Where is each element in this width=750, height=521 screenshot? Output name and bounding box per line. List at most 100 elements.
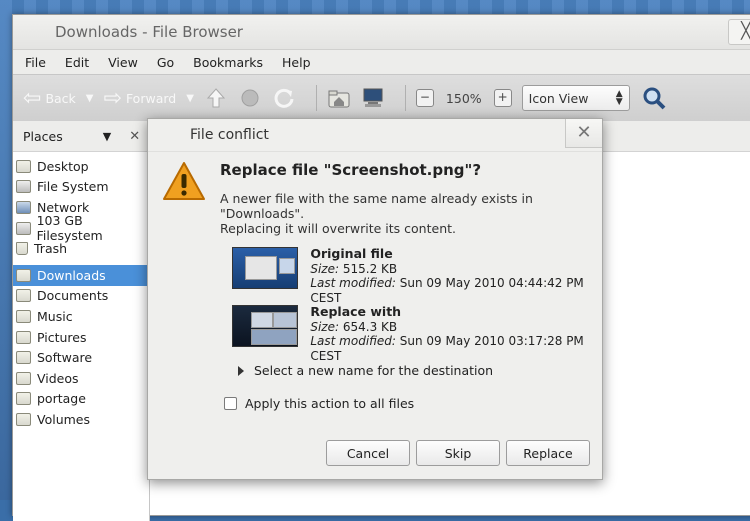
forward-dropdown-icon[interactable]: ▼ (186, 93, 194, 104)
sidebar-item-label: Desktop (37, 158, 89, 174)
expander-arrow-icon (238, 365, 244, 376)
folder-icon (16, 268, 31, 282)
sidebar-item-file-system[interactable]: File System (13, 177, 149, 198)
sidebar-item-music[interactable]: Music (13, 306, 149, 327)
close-icon[interactable]: ✕ (565, 119, 602, 148)
skip-button[interactable]: Skip (416, 440, 500, 466)
sidebar-item-103gb-filesystem[interactable]: 103 GB Filesystem (13, 213, 149, 243)
menu-bookmarks[interactable]: Bookmarks (193, 55, 263, 70)
menu-go[interactable]: Go (157, 55, 174, 70)
back-arrow-icon: ⇦ (23, 85, 42, 111)
sidebar-item-portage[interactable]: portage (13, 389, 149, 410)
view-mode-value: Icon View (528, 90, 589, 106)
replacement-file-row: Replace with Size: 654.3 KB Last modifie… (232, 304, 602, 363)
sidebar-item-label: 103 GB Filesystem (36, 213, 103, 244)
folder-icon (16, 159, 31, 173)
toolbar: ⇦ Back ▼ ⇨ Forward ▼ − 150% + Icon View … (13, 74, 750, 122)
forward-button[interactable]: ⇨ Forward ▼ (104, 86, 194, 111)
folder-icon (16, 351, 31, 365)
folder-icon (16, 330, 31, 344)
menu-view[interactable]: View (108, 55, 138, 70)
folder-icon (16, 392, 31, 406)
forward-label: Forward (125, 90, 177, 106)
menubar: File Edit View Go Bookmarks Help (13, 50, 750, 74)
reload-icon[interactable] (272, 86, 296, 110)
sidebar-item-label: Trash (34, 241, 68, 257)
sidebar-item-label: Software (37, 350, 93, 366)
apply-all-label: Apply this action to all files (245, 396, 415, 411)
back-label: Back (45, 90, 76, 106)
replace-button[interactable]: Replace (506, 440, 590, 466)
up-arrow-icon[interactable] (204, 86, 228, 110)
toolbar-separator (404, 85, 406, 111)
new-name-expander[interactable]: Select a new name for the destination (238, 363, 493, 378)
trash-icon (16, 242, 28, 256)
folder-icon (16, 412, 31, 426)
sidebar-item-downloads[interactable]: Downloads (13, 264, 149, 286)
message-line: "Downloads". (220, 206, 305, 221)
sidebar-item-label: Downloads (37, 267, 106, 283)
size-label: Size: (310, 319, 340, 334)
menu-file[interactable]: File (25, 55, 46, 70)
sidebar-item-label: File System (37, 179, 109, 195)
sidebar-item-videos[interactable]: Videos (13, 368, 149, 389)
view-mode-select[interactable]: Icon View ▲ ▼ (521, 85, 630, 111)
folder-icon (16, 371, 31, 385)
modified-label: Last modified: (310, 334, 396, 348)
message-line: A newer file with the same name already … (220, 191, 533, 206)
sidebar-item-documents[interactable]: Documents (13, 286, 149, 307)
drive-icon (16, 180, 31, 194)
forward-arrow-icon: ⇨ (103, 85, 122, 111)
home-folder-icon[interactable] (327, 86, 351, 110)
sidebar-item-label: Videos (37, 370, 79, 386)
search-icon[interactable] (642, 86, 666, 110)
chevron-down-icon[interactable]: ▼ (103, 130, 111, 143)
file-conflict-dialog: File conflict ✕ Replace file "Screenshot… (147, 118, 603, 480)
folder-icon (16, 289, 31, 303)
original-file-row: Original file Size: 515.2 KB Last modifi… (232, 246, 602, 305)
replacement-file-info: Replace with Size: 654.3 KB Last modifie… (310, 304, 602, 363)
message-line: Replacing it will overwrite its content. (220, 221, 456, 236)
zoom-level: 150% (445, 90, 482, 106)
places-header: Places ▼ ✕ (13, 121, 149, 152)
original-file-info: Original file Size: 515.2 KB Last modifi… (310, 246, 602, 305)
close-icon[interactable]: ✕ (129, 129, 140, 144)
places-title: Places (23, 128, 63, 144)
window-control-button[interactable]: ╳ (728, 19, 750, 45)
back-dropdown-icon[interactable]: ▼ (86, 93, 94, 104)
dialog-title: File conflict (190, 127, 269, 143)
thumbnail-window-shape (251, 329, 297, 345)
sidebar-item-volumes[interactable]: Volumes (13, 409, 149, 430)
sidebar-item-label: Music (37, 308, 73, 324)
zoom-in-icon[interactable]: + (493, 89, 512, 107)
dialog-message: A newer file with the same name already … (220, 191, 533, 236)
apply-all-option[interactable]: Apply this action to all files (224, 396, 414, 411)
drive-icon (16, 221, 31, 235)
size-label: Size: (310, 261, 340, 276)
dialog-titlebar[interactable]: File conflict ✕ (148, 119, 602, 152)
sidebar-item-software[interactable]: Software (13, 347, 149, 368)
thumbnail-window-shape (273, 312, 297, 328)
thumbnail-window-shape (251, 312, 273, 328)
window-title: Downloads - File Browser (55, 23, 243, 41)
updown-arrows-icon: ▲ ▼ (615, 89, 623, 107)
sidebar-item-pictures[interactable]: Pictures (13, 327, 149, 348)
warning-icon (162, 161, 206, 204)
replacement-file-size: 654.3 KB (342, 319, 398, 334)
zoom-out-icon[interactable]: − (415, 89, 434, 107)
sidebar-item-label: Volumes (37, 411, 91, 427)
back-button[interactable]: ⇦ Back ▼ (23, 86, 94, 111)
replacement-file-name: Replace with (310, 304, 402, 319)
dialog-heading: Replace file "Screenshot.png"? (220, 161, 482, 179)
apply-all-checkbox[interactable] (224, 397, 237, 410)
computer-icon[interactable] (361, 86, 385, 110)
expander-label: Select a new name for the destination (254, 363, 494, 378)
menu-edit[interactable]: Edit (65, 55, 89, 70)
menu-help[interactable]: Help (282, 55, 311, 70)
places-sidebar: Places ▼ ✕ Desktop File System Network 1… (13, 121, 150, 521)
sidebar-item-desktop[interactable]: Desktop (13, 156, 149, 177)
window-titlebar[interactable]: Downloads - File Browser ╳ (13, 15, 750, 50)
toolbar-separator (315, 85, 317, 111)
cancel-button[interactable]: Cancel (326, 440, 410, 466)
stop-icon[interactable] (238, 86, 262, 110)
